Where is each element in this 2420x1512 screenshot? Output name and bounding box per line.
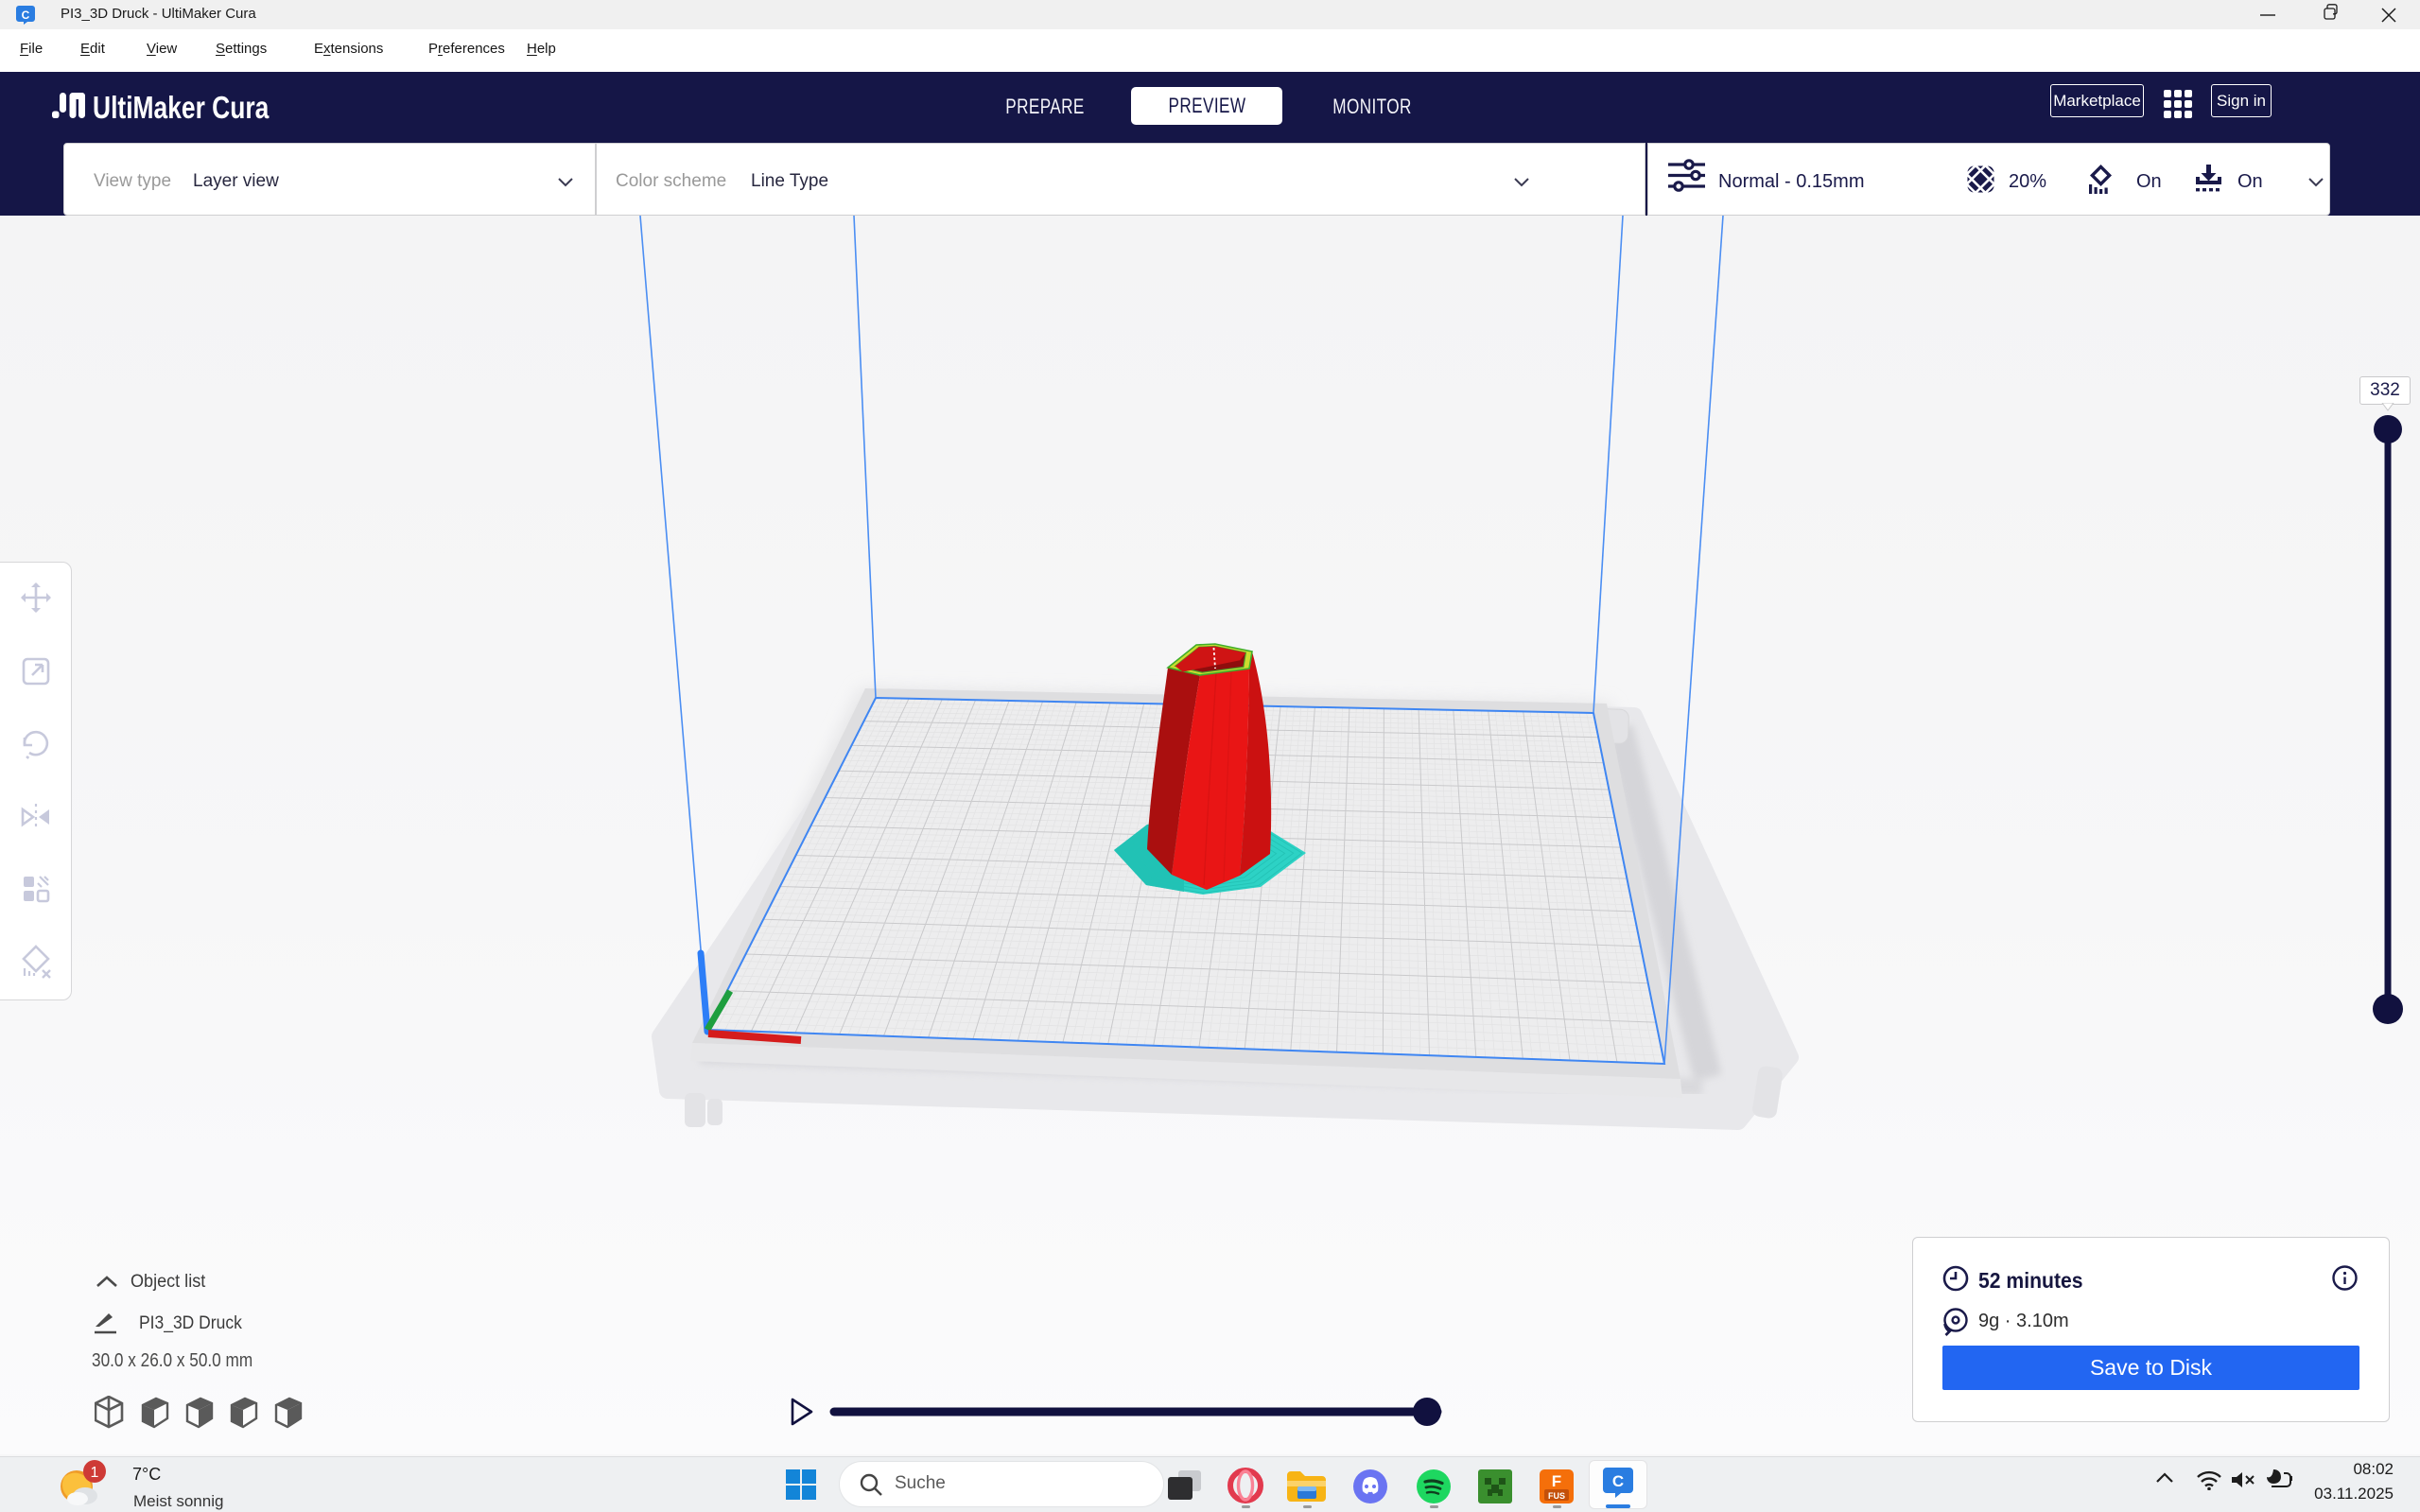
svg-text:1: 1	[91, 1465, 99, 1481]
svg-text:FUS: FUS	[1548, 1491, 1565, 1501]
svg-text:C: C	[22, 9, 30, 22]
svg-text:F: F	[1552, 1472, 1561, 1490]
svg-text:C: C	[1612, 1472, 1624, 1490]
